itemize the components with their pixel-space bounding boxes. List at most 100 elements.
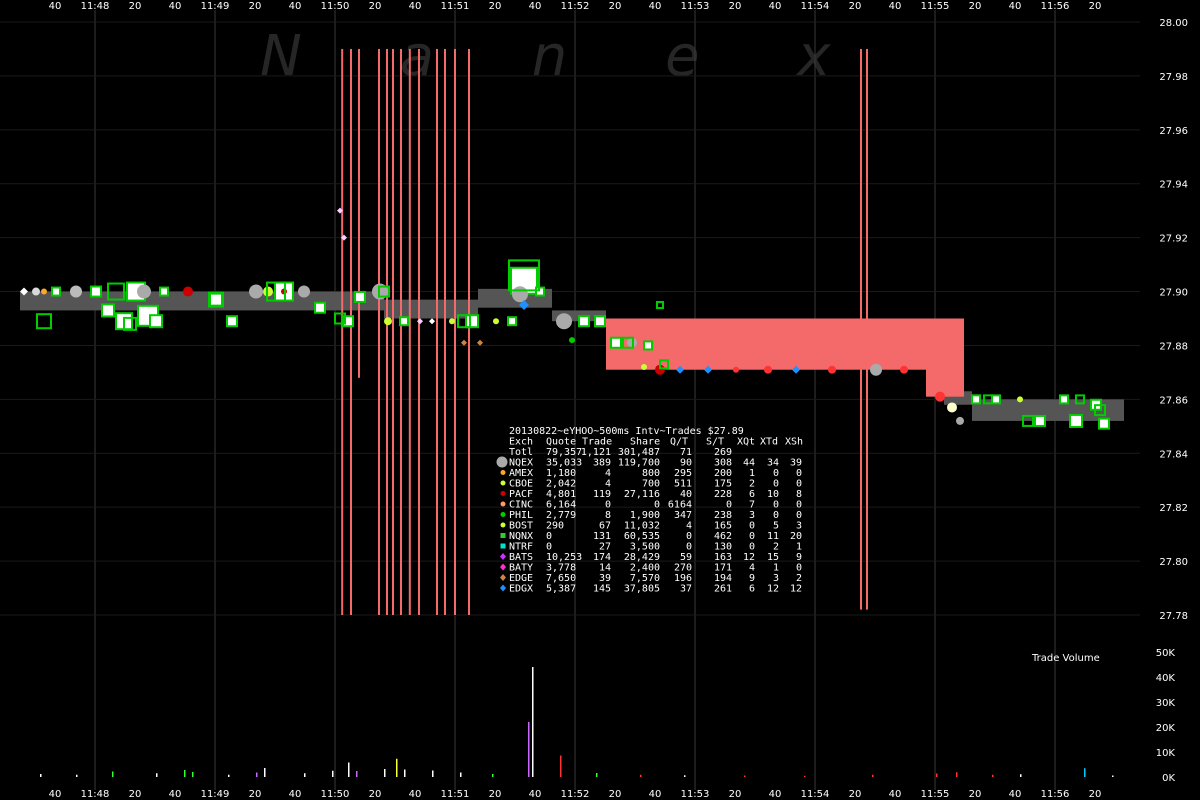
trade-marker [417,318,423,325]
trade-marker [449,318,455,325]
volume-bar [396,758,398,777]
trade-marker [461,339,467,346]
time-tick-label: 11:48 [81,1,110,12]
time-tick-label: 20 [1089,1,1102,12]
trade-marker [991,394,1001,405]
time-tick-label: 20 [969,789,982,800]
trade-marker [183,286,193,297]
time-tick-label: 11:55 [921,1,950,12]
legend-cell: NQEX [509,458,533,469]
volume-bar [228,774,230,777]
legend-cell: 0 [773,468,779,479]
quote-spike [400,48,402,616]
time-tick-label: 20 [609,1,622,12]
time-tick-label: 20 [369,789,382,800]
legend-cell: 9 [749,573,755,584]
legend-cell: NQNX [509,531,533,542]
legend-marker-icon [500,512,506,517]
legend-cell: 39 [790,458,802,469]
volume-bar [528,722,530,777]
trade-marker [384,317,392,326]
price-tick-label: 27.88 [1159,341,1188,352]
time-tick-label: 40 [169,1,182,12]
trade-marker [643,340,653,351]
legend-cell: 301,487 [618,447,660,458]
legend-cell: 4,801 [546,489,576,500]
legend-cell: 0 [749,542,755,553]
legend-column-header: XQt [737,437,755,448]
legend-cell: 37 [680,584,692,595]
legend-cell: 79,357 [546,447,582,458]
trade-marker [947,402,957,413]
time-tick-label: 40 [889,1,902,12]
time-tick-label: 20 [609,789,622,800]
volume-tick-label: 20K [1156,723,1176,734]
time-tick-label: 11:54 [801,789,830,800]
time-tick-label: 11:56 [1041,1,1070,12]
legend-cell: 270 [674,563,692,574]
legend-cell: 5,387 [546,584,576,595]
time-tick-label: 20 [969,1,982,12]
legend-cell: 1 [796,542,802,553]
trade-marker [578,315,590,328]
legend-cell: 0 [796,563,802,574]
time-tick-label: 11:55 [921,789,950,800]
legend-marker-icon [500,522,506,528]
legend-cell: 171 [714,563,732,574]
nqnx-trade-marker [656,301,664,310]
time-axis-top: 40 11:48 20 40 11:49 20 40 11:50 20 40 11:51 20 40 11… [49,1,1102,12]
legend-cell: 2 [749,479,755,490]
time-tick-label: 40 [289,789,302,800]
volume-bar [1112,775,1114,777]
legend-cell: 174 [593,552,611,563]
time-tick-label: 40 [409,1,422,12]
time-tick-label: 40 [289,1,302,12]
price-axis: 28.00 27.98 27.96 27.94 27.92 27.90 27.88 27.86… [1159,18,1188,622]
trade-marker [733,366,739,373]
time-tick-label: 20 [729,789,742,800]
legend-cell: BATS [509,552,533,563]
trade-marker [298,285,310,298]
legend-column-header: S/T [706,437,724,448]
legend-column-header: XSh [785,437,803,448]
legend-cell: 3 [773,573,779,584]
legend-cell: BATY [509,563,533,574]
volume-bars [40,667,1114,777]
legend-column-header: XTd [760,437,778,448]
legend-cell: 3 [749,510,755,521]
legend-cell: 0 [749,521,755,532]
legend-cell: 0 [773,500,779,511]
trade-marker [399,316,409,327]
legend-cell: 200 [714,468,732,479]
legend-cell: 10 [767,489,779,500]
quote-spike [468,48,470,616]
time-tick-label: 40 [529,789,542,800]
legend-cell: 14 [599,563,611,574]
time-tick-label: 40 [649,789,662,800]
legend-cell: 0 [749,531,755,542]
trade-marker [32,287,40,296]
volume-bar [40,774,42,777]
time-tick-label: 11:48 [81,789,110,800]
trade-marker [1017,396,1023,403]
trade-marker [828,365,836,374]
trade-marker [1059,394,1069,405]
trade-marker [477,339,483,346]
legend-marker-icon [500,543,506,549]
legend-cell: 39 [599,573,611,584]
trade-chart: N a n e x 40 11:48 20 40 11:49 20 40 11:50 20 40 1… [0,1,1188,800]
volume-bar [492,774,494,777]
legend-cell: 67 [599,521,611,532]
price-tick-label: 28.00 [1159,18,1188,29]
legend-cell: 4 [749,563,755,574]
legend-cell: 10,253 [546,552,582,563]
legend-cell: 20 [790,531,802,542]
volume-bar [804,775,806,777]
legend-cell: NTRF [509,542,533,553]
trade-marker [610,336,622,349]
volume-bar [332,770,334,777]
legend-cell: 1,121 [581,447,611,458]
legend-cell: 11,032 [624,521,660,532]
legend-cell: 35,033 [546,458,582,469]
trade-marker [90,285,102,298]
